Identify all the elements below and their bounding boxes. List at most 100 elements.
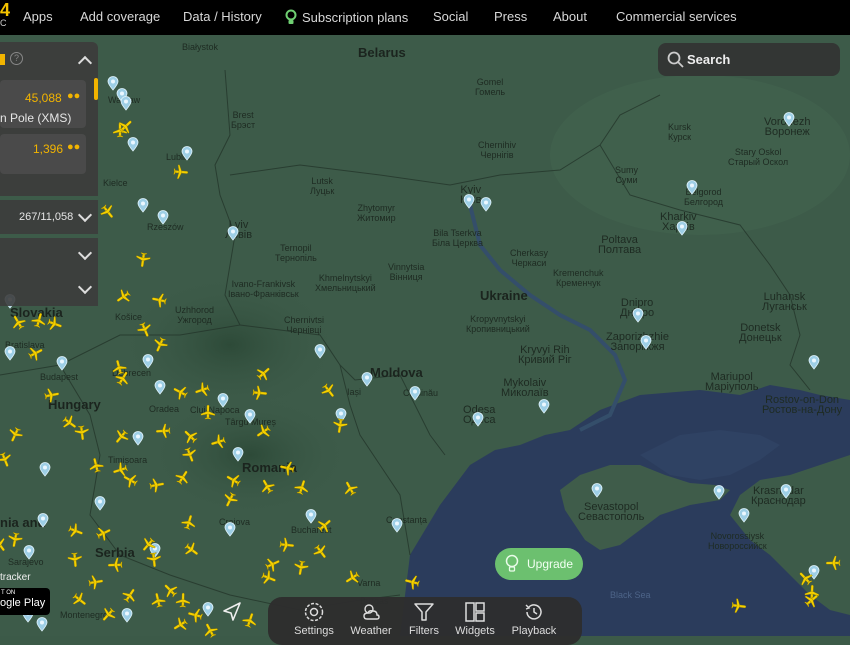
aircraft-icon[interactable] — [88, 574, 104, 590]
airport-pin-icon[interactable] — [36, 617, 48, 632]
airport-pin-icon[interactable] — [738, 508, 750, 523]
aircraft-icon[interactable] — [118, 118, 134, 134]
aircraft-icon[interactable] — [279, 460, 295, 476]
aircraft-icon[interactable] — [173, 164, 189, 180]
aircraft-icon[interactable] — [47, 316, 63, 332]
aircraft-icon[interactable] — [317, 517, 333, 533]
search-box[interactable]: Search — [658, 43, 840, 76]
airport-pin-icon[interactable] — [217, 393, 229, 408]
aircraft-icon[interactable] — [68, 523, 84, 539]
nav-commercial-services[interactable]: Commercial services — [616, 9, 737, 24]
google-play-badge[interactable]: T ON ogle Play — [0, 588, 50, 615]
aircraft-icon[interactable] — [804, 592, 820, 608]
weather-button[interactable]: Weather — [341, 601, 401, 637]
aircraft-icon[interactable] — [172, 384, 188, 400]
airport-pin-icon[interactable] — [121, 608, 133, 623]
airport-pin-icon[interactable] — [463, 194, 475, 209]
aircraft-icon[interactable] — [150, 592, 166, 608]
playback-button[interactable]: Playback — [504, 601, 564, 637]
aircraft-icon[interactable] — [155, 423, 171, 439]
aircraft-icon[interactable] — [115, 370, 131, 386]
airport-pin-icon[interactable] — [305, 509, 317, 524]
airport-pin-icon[interactable] — [640, 335, 652, 350]
stat-card-1[interactable]: 45,088 ●● n Pole (XMS) — [0, 80, 86, 128]
airport-pin-icon[interactable] — [23, 545, 35, 560]
aircraft-icon[interactable] — [137, 322, 153, 338]
expand-chevron-icon[interactable] — [77, 279, 93, 295]
airport-pin-icon[interactable] — [232, 447, 244, 462]
aircraft-icon[interactable] — [194, 382, 210, 398]
airport-pin-icon[interactable] — [713, 485, 725, 500]
aircraft-icon[interactable] — [294, 479, 310, 495]
nav-about[interactable]: About — [553, 9, 587, 24]
aircraft-icon[interactable] — [88, 457, 104, 473]
aircraft-icon[interactable] — [332, 418, 348, 434]
airport-pin-icon[interactable] — [202, 602, 214, 617]
aircraft-icon[interactable] — [152, 337, 168, 353]
my-location-icon[interactable] — [220, 600, 244, 624]
airport-pin-icon[interactable] — [4, 346, 16, 361]
panel-scrollbar[interactable] — [94, 78, 98, 100]
airport-pin-icon[interactable] — [361, 372, 373, 387]
nav-subscription-plans[interactable]: Subscription plans — [285, 9, 408, 25]
aircraft-icon[interactable] — [222, 492, 238, 508]
aircraft-icon[interactable] — [96, 525, 112, 541]
aircraft-icon[interactable] — [321, 383, 337, 399]
airport-pin-icon[interactable] — [409, 386, 421, 401]
aircraft-icon[interactable] — [256, 365, 272, 381]
aircraft-icon[interactable] — [825, 555, 841, 571]
aircraft-icon[interactable] — [149, 477, 165, 493]
aircraft-icon[interactable] — [113, 429, 129, 445]
airport-pin-icon[interactable] — [808, 355, 820, 370]
nav-social[interactable]: Social — [433, 9, 468, 24]
upgrade-button[interactable]: Upgrade — [495, 548, 583, 580]
aircraft-icon[interactable] — [175, 469, 191, 485]
aircraft-icon[interactable] — [255, 424, 271, 440]
aircraft-icon[interactable] — [10, 314, 26, 330]
airport-pin-icon[interactable] — [137, 198, 149, 213]
help-icon[interactable]: ? — [10, 52, 23, 65]
aircraft-icon[interactable] — [122, 587, 138, 603]
airport-pin-icon[interactable] — [538, 399, 550, 414]
airport-pin-icon[interactable] — [56, 356, 68, 371]
aircraft-icon[interactable] — [140, 537, 156, 553]
aircraft-icon[interactable] — [182, 428, 198, 444]
widgets-button[interactable]: Widgets — [445, 601, 505, 637]
aircraft-icon[interactable] — [210, 434, 226, 450]
airport-pin-icon[interactable] — [591, 483, 603, 498]
expand-chevron-icon[interactable] — [77, 245, 93, 261]
airport-pin-icon[interactable] — [686, 180, 698, 195]
brand-logo[interactable]: 4 C — [0, 1, 10, 28]
aircraft-icon[interactable] — [293, 560, 309, 576]
aircraft-icon[interactable] — [172, 617, 188, 633]
aircraft-icon[interactable] — [181, 514, 197, 530]
aircraft-icon[interactable] — [200, 404, 216, 420]
airport-pin-icon[interactable] — [142, 354, 154, 369]
airport-pin-icon[interactable] — [127, 137, 139, 152]
aircraft-icon[interactable] — [731, 598, 747, 614]
airport-pin-icon[interactable] — [780, 484, 792, 499]
aircraft-icon[interactable] — [344, 570, 360, 586]
airport-pin-icon[interactable] — [472, 412, 484, 427]
aircraft-icon[interactable] — [404, 574, 420, 590]
airport-pin-icon[interactable] — [783, 112, 795, 127]
aircraft-icon[interactable] — [279, 537, 295, 553]
aircraft-icon[interactable] — [122, 472, 138, 488]
airport-pin-icon[interactable] — [37, 513, 49, 528]
airport-pin-icon[interactable] — [224, 522, 236, 537]
airport-pin-icon[interactable] — [244, 409, 256, 424]
airport-pin-icon[interactable] — [120, 96, 132, 111]
aircraft-icon[interactable] — [242, 612, 258, 628]
airport-pin-icon[interactable] — [676, 221, 688, 236]
aircraft-icon[interactable] — [151, 292, 167, 308]
airport-pin-icon[interactable] — [39, 462, 51, 477]
aircraft-icon[interactable] — [100, 607, 116, 623]
expand-chevron-icon[interactable] — [77, 207, 93, 223]
airport-pin-icon[interactable] — [154, 380, 166, 395]
airport-pin-icon[interactable] — [157, 210, 169, 225]
panel-toggle-indicator[interactable] — [0, 54, 5, 65]
aircraft-icon[interactable] — [67, 552, 83, 568]
airport-pin-icon[interactable] — [94, 496, 106, 511]
flight-count-row[interactable]: 267/11,058 — [0, 200, 98, 234]
nav-press[interactable]: Press — [494, 9, 527, 24]
